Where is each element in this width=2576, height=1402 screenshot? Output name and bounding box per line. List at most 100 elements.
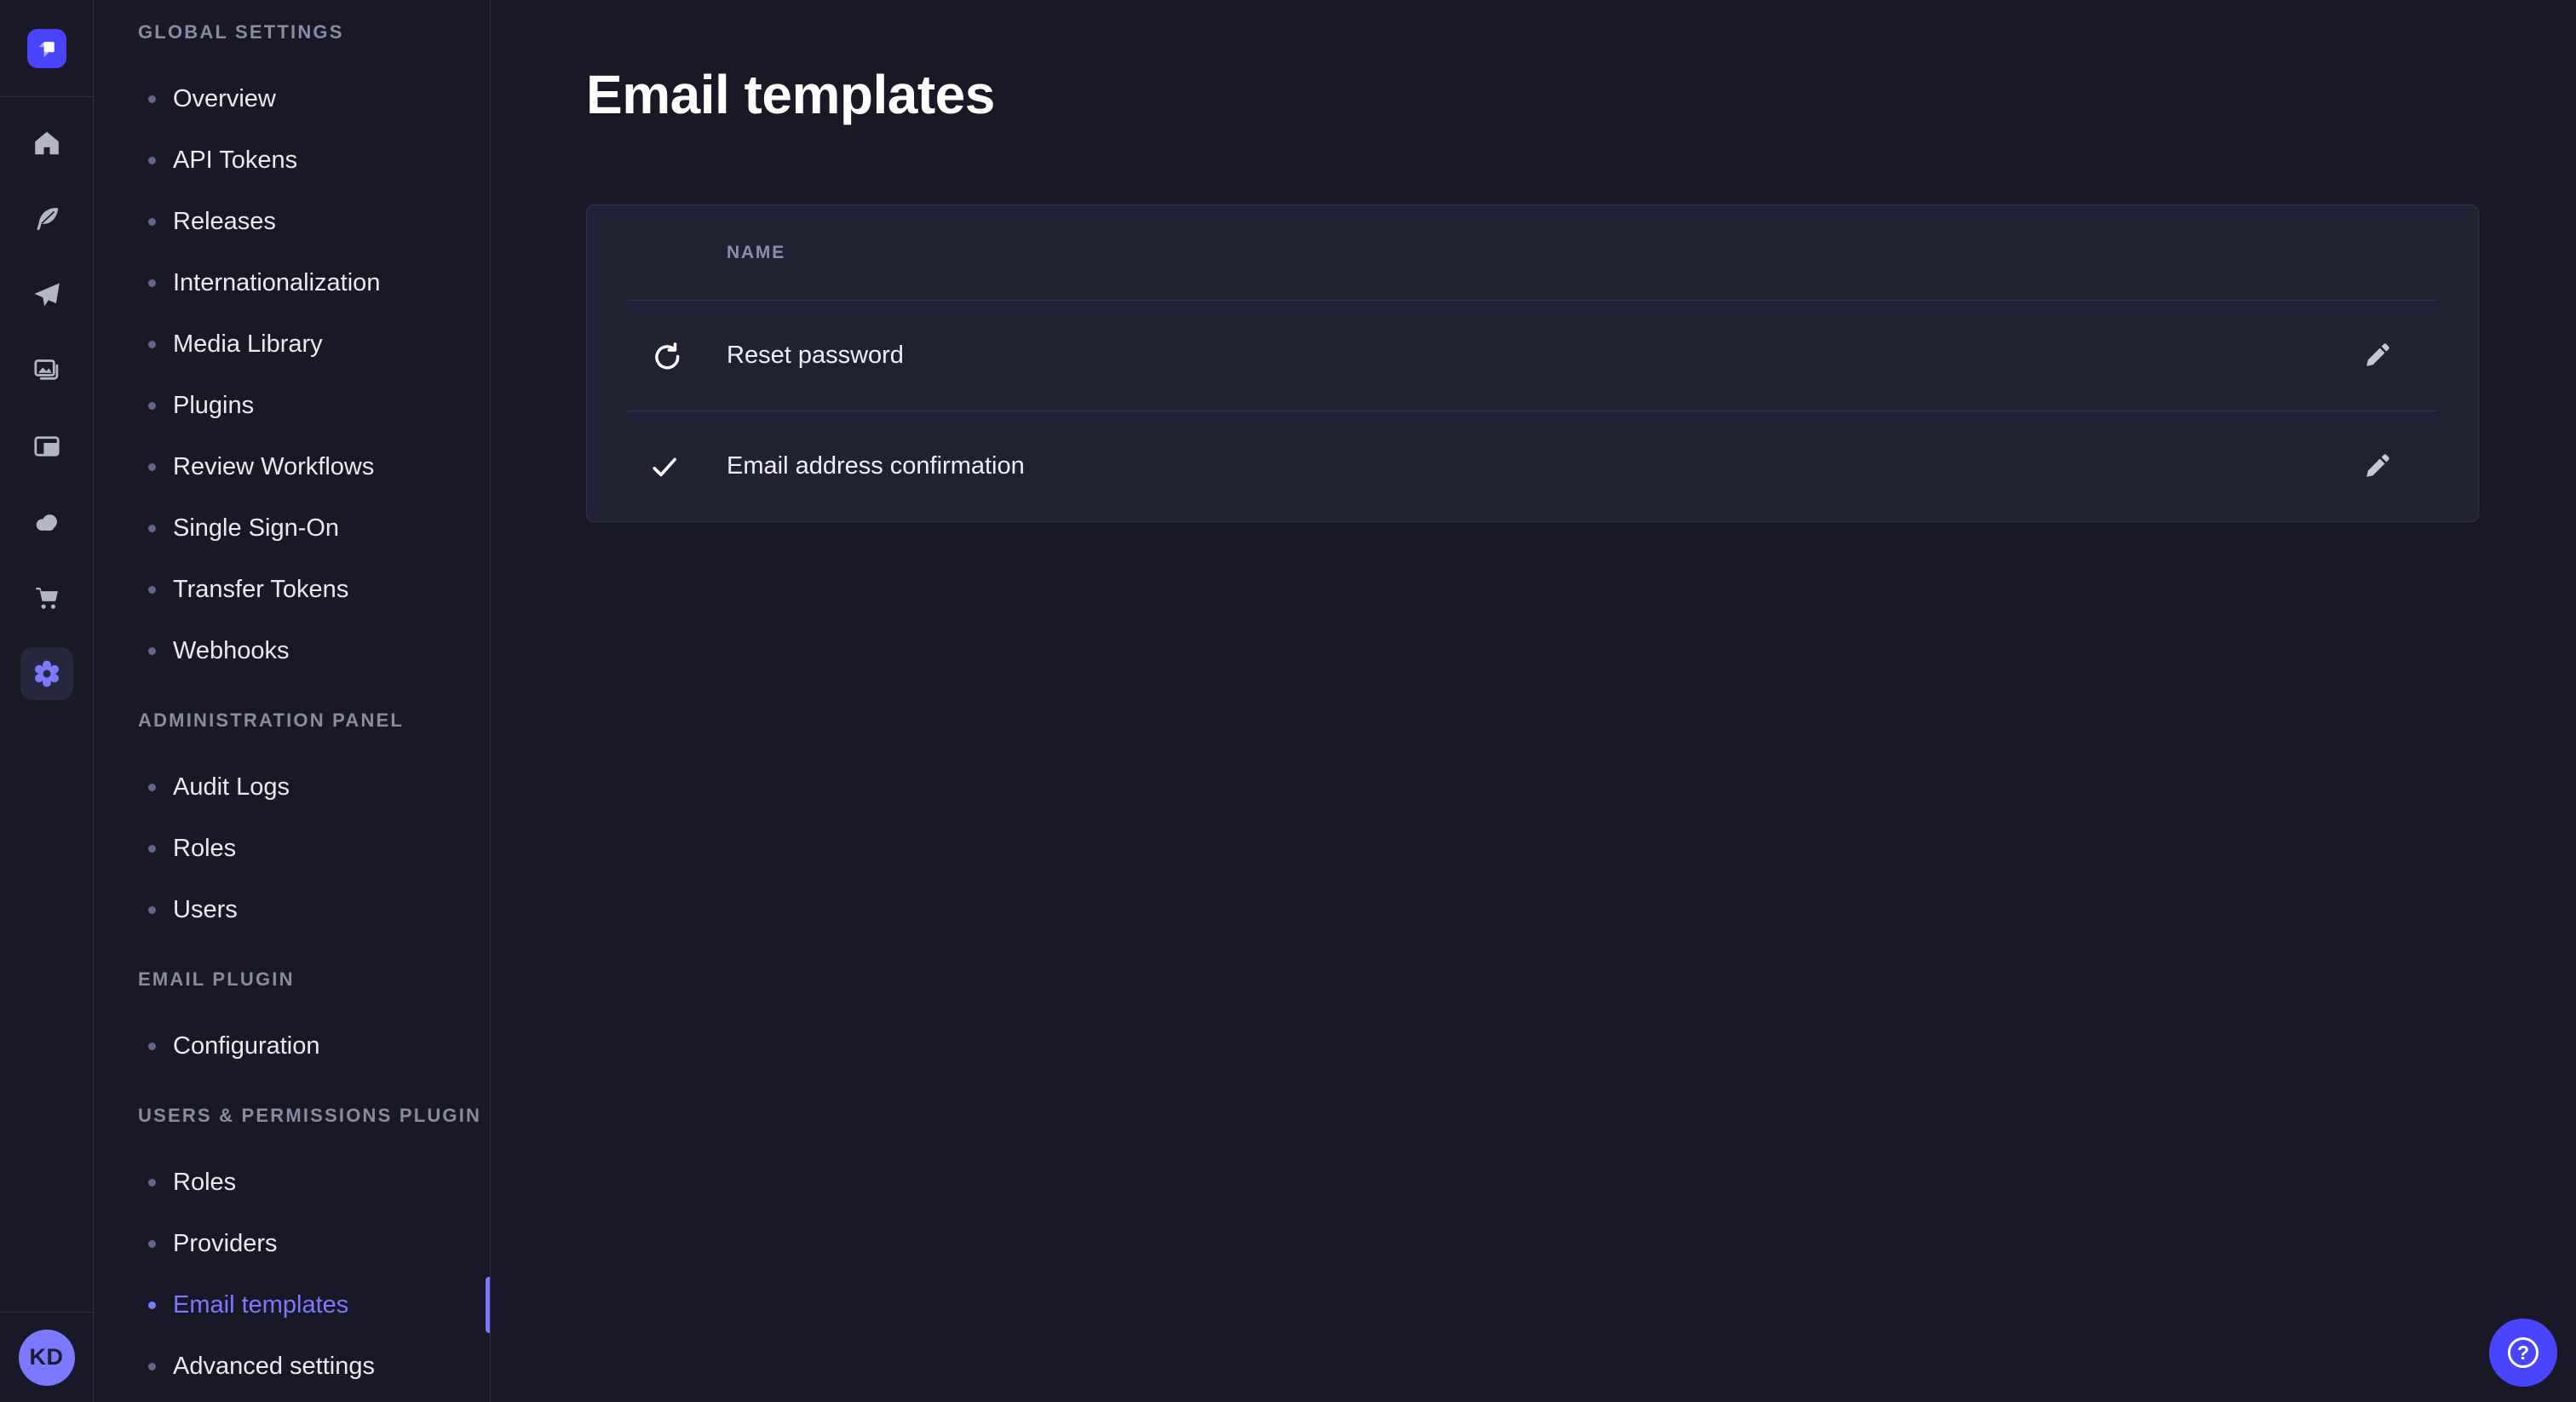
- bullet-dot-icon: [148, 1043, 156, 1050]
- template-name: Email address confirmation: [727, 452, 1025, 480]
- bullet-dot-icon: [148, 95, 156, 103]
- edit-template-button[interactable]: [2355, 334, 2399, 378]
- sidebar-item-audit-logs[interactable]: Audit Logs: [94, 756, 490, 818]
- nav-section-items: Configuration: [94, 1015, 490, 1077]
- edit-template-button[interactable]: [2355, 445, 2399, 489]
- rail-bottom: KD: [0, 1312, 93, 1402]
- sidebar-item-single-sign-on[interactable]: Single Sign-On: [94, 497, 490, 559]
- nav-section: ADMINISTRATION PANEL Audit Logs Roles Users: [94, 690, 490, 940]
- sidebar-item-label: Overview: [173, 85, 276, 113]
- sidebar-item-label: Plugins: [173, 392, 254, 420]
- bullet-dot-icon: [148, 157, 156, 164]
- sidebar-item-label: Email templates: [173, 1291, 348, 1319]
- sidebar-item-api-tokens[interactable]: API Tokens: [94, 129, 490, 191]
- bullet-dot-icon: [148, 463, 156, 471]
- table-body: Reset password Email address confirmation: [587, 300, 2478, 521]
- bullet-dot-icon: [148, 525, 156, 532]
- sidebar-item-label: Media Library: [173, 330, 323, 359]
- sidebar-item-label: API Tokens: [173, 147, 297, 175]
- nav-section-header: USERS & PERMISSIONS PLUGIN: [94, 1085, 490, 1146]
- sidebar-item-label: Review Workflows: [173, 453, 374, 481]
- table-row[interactable]: Reset password: [587, 301, 2478, 411]
- sidebar-item-label: Single Sign-On: [173, 514, 339, 543]
- page-title: Email templates: [586, 63, 995, 126]
- paper-plane-icon: [32, 280, 61, 309]
- sidebar-item-email-templates[interactable]: Email templates: [94, 1274, 490, 1336]
- sidebar-item-overview[interactable]: Overview: [94, 68, 490, 129]
- sidebar-item-providers[interactable]: Providers: [94, 1213, 490, 1274]
- nav-section-header: ADMINISTRATION PANEL: [94, 690, 490, 751]
- sidebar-item-label: Audit Logs: [173, 773, 290, 802]
- gear-icon: [32, 658, 62, 689]
- logo-area: [0, 0, 93, 97]
- nav-section-header: GLOBAL SETTINGS: [94, 2, 490, 63]
- template-name: Reset password: [727, 342, 904, 370]
- sidebar-item-advanced-settings[interactable]: Advanced settings: [94, 1336, 490, 1397]
- sidebar-item-label: Webhooks: [173, 637, 290, 665]
- icon-rail: KD: [0, 0, 94, 1402]
- sidebar-item-media-library[interactable]: Media Library: [94, 313, 490, 375]
- rail-button-layout[interactable]: [20, 420, 73, 473]
- sidebar-item-label: Configuration: [173, 1032, 320, 1060]
- sidebar-item-plugins[interactable]: Plugins: [94, 375, 490, 436]
- cloud-icon: [32, 508, 61, 537]
- sidebar-item-review-workflows[interactable]: Review Workflows: [94, 436, 490, 497]
- sidebar-item-webhooks[interactable]: Webhooks: [94, 620, 490, 681]
- sidebar-item-releases[interactable]: Releases: [94, 191, 490, 252]
- sidebar-item-label: Roles: [173, 835, 236, 863]
- sidebar-item-label: Roles: [173, 1169, 236, 1197]
- nav-section: EMAIL PLUGIN Configuration: [94, 949, 490, 1077]
- sidebar-item-internationalization[interactable]: Internationalization: [94, 252, 490, 313]
- sidebar-item-label: Advanced settings: [173, 1353, 375, 1381]
- pencil-icon: [2362, 342, 2391, 371]
- nav-section: GLOBAL SETTINGS Overview API Tokens Release…: [94, 2, 490, 681]
- sidebar-item-transfer-tokens[interactable]: Transfer Tokens: [94, 559, 490, 620]
- question-mark-icon: ?: [2508, 1337, 2539, 1368]
- main-content: Email templates NAME Reset password Email…: [491, 0, 2576, 1402]
- rail-button-gear[interactable]: [20, 647, 73, 700]
- rail-button-feather[interactable]: [20, 192, 73, 245]
- sidebar-item-configuration[interactable]: Configuration: [94, 1015, 490, 1077]
- rail-button-media-library[interactable]: [20, 344, 73, 397]
- table-row[interactable]: Email address confirmation: [587, 411, 2478, 521]
- sidebar-item-label: Users: [173, 896, 238, 924]
- sidebar-item-label: Internationalization: [173, 269, 380, 297]
- rail-button-cart[interactable]: [20, 572, 73, 624]
- sidebar-item-roles[interactable]: Roles: [94, 818, 490, 879]
- layout-icon: [32, 432, 61, 461]
- refresh-icon: [649, 341, 680, 371]
- rail-button-home[interactable]: [20, 117, 73, 170]
- strapi-logo-icon[interactable]: [27, 29, 66, 68]
- help-button[interactable]: ?: [2489, 1319, 2557, 1387]
- bullet-dot-icon: [148, 1240, 156, 1248]
- sidebar-item-users[interactable]: Users: [94, 879, 490, 940]
- bullet-dot-icon: [148, 1179, 156, 1187]
- nav-section-header: EMAIL PLUGIN: [94, 949, 490, 1010]
- bullet-dot-icon: [148, 341, 156, 348]
- nav-section-items: Audit Logs Roles Users: [94, 756, 490, 940]
- avatar[interactable]: KD: [19, 1330, 75, 1386]
- table-header: NAME: [587, 205, 2478, 300]
- rail-icon-list: [0, 97, 93, 723]
- strapi-admin-app: KD GLOBAL SETTINGS Overview API Tokens Rele…: [0, 0, 2576, 1402]
- bullet-dot-icon: [148, 279, 156, 287]
- sidebar-item-label: Releases: [173, 208, 276, 236]
- sidebar-item-roles[interactable]: Roles: [94, 1152, 490, 1213]
- feather-icon: [32, 204, 61, 233]
- bullet-dot-icon: [148, 1301, 156, 1309]
- bullet-dot-icon: [148, 906, 156, 914]
- bullet-dot-icon: [148, 845, 156, 853]
- home-icon: [32, 129, 61, 158]
- bullet-dot-icon: [148, 647, 156, 655]
- rail-button-cloud[interactable]: [20, 496, 73, 549]
- nav-section-items: Overview API Tokens Releases Internationali…: [94, 68, 490, 681]
- pencil-icon: [2362, 452, 2391, 481]
- email-templates-table: NAME Reset password Email address confirm…: [586, 204, 2479, 522]
- column-header-name: NAME: [727, 243, 785, 263]
- bullet-dot-icon: [148, 402, 156, 410]
- sidebar-item-label: Providers: [173, 1230, 278, 1258]
- media-library-icon: [32, 356, 61, 385]
- nav-section: USERS & PERMISSIONS PLUGIN Roles Providers…: [94, 1085, 490, 1397]
- bullet-dot-icon: [148, 218, 156, 226]
- rail-button-paper-plane[interactable]: [20, 268, 73, 321]
